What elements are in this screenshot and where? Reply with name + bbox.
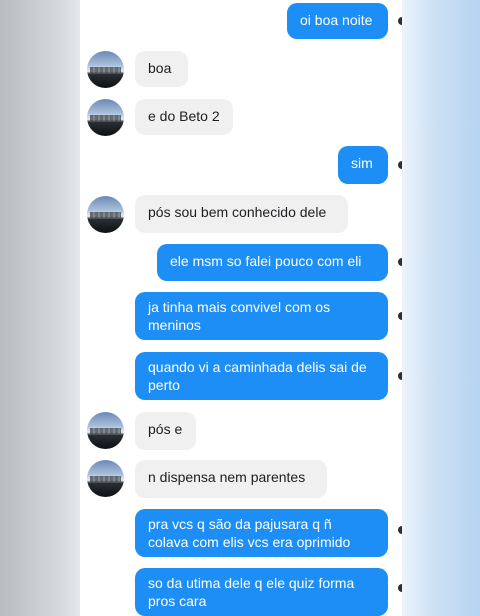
outgoing-message[interactable]: so da utima dele q ele quiz forma pros c…	[135, 568, 388, 616]
background-left-blur	[0, 0, 80, 616]
contact-avatar[interactable]	[87, 460, 124, 497]
incoming-message[interactable]: boa	[135, 51, 188, 87]
background-right-blur	[400, 0, 480, 616]
contact-avatar[interactable]	[87, 412, 124, 449]
incoming-message[interactable]: n dispensa nem parentes	[135, 460, 327, 498]
read-receipt-icon	[398, 526, 402, 534]
incoming-message[interactable]: pós sou bem conhecido dele	[135, 195, 348, 233]
read-receipt-icon	[398, 372, 402, 380]
read-receipt-icon	[398, 17, 402, 25]
incoming-message[interactable]: e do Beto 2	[135, 99, 233, 135]
outgoing-message[interactable]: sim	[338, 146, 388, 184]
contact-avatar[interactable]	[87, 99, 124, 136]
read-receipt-icon	[398, 312, 402, 320]
message-thread[interactable]: oi boa noite boa e do Beto 2 sim pós sou…	[80, 0, 402, 616]
read-receipt-icon	[398, 161, 402, 169]
outgoing-message[interactable]: ele msm so falei pouco com eli	[157, 244, 388, 281]
contact-avatar[interactable]	[87, 51, 124, 88]
outgoing-message[interactable]: quando vi a caminhada delis sai de perto	[135, 352, 388, 400]
outgoing-message[interactable]: pra vcs q são da pajusara q ñ colava com…	[135, 509, 388, 557]
incoming-message[interactable]: pós e	[135, 412, 196, 450]
outgoing-message[interactable]: oi boa noite	[287, 3, 388, 39]
contact-avatar[interactable]	[87, 196, 124, 233]
read-receipt-icon	[398, 584, 402, 592]
outgoing-message[interactable]: ja tinha mais convivel com os meninos	[135, 292, 388, 340]
read-receipt-icon	[398, 258, 402, 266]
